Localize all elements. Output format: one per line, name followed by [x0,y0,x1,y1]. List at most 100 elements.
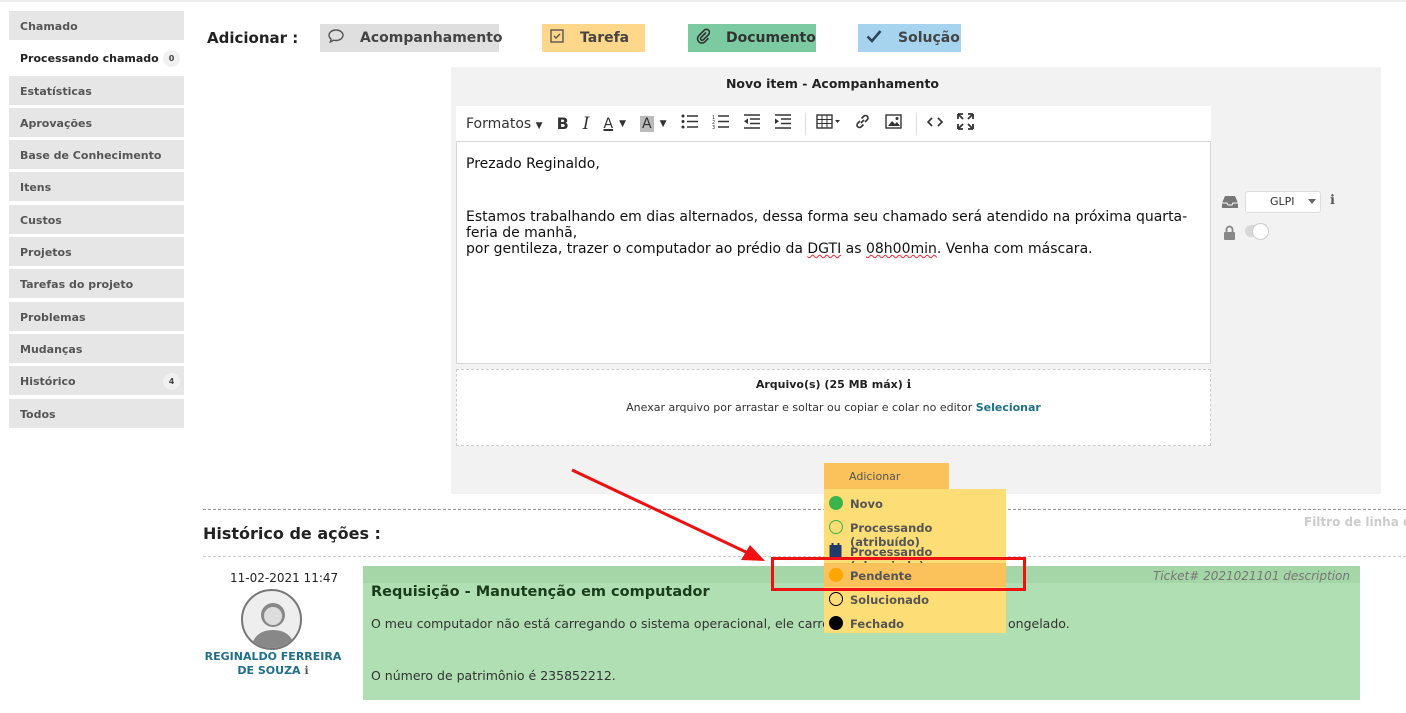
add-solution-button[interactable]: Solução [858,24,961,52]
file-dropzone[interactable]: Arquivo(s) (25 MB máx) ℹ Anexar arquivo … [456,369,1211,446]
sidebar-item-processando-chamado[interactable]: Processando chamado 0 [9,43,184,73]
caret-down-icon[interactable]: ▼ [660,119,667,129]
editor-text: as [841,241,866,257]
editor-text: por gentileza, trazer o computador ao pr… [466,241,808,257]
caret-down-icon: ▼ [535,120,543,131]
bullet-list-icon[interactable] [681,114,698,133]
add-followup-label: Acompanhamento [360,30,503,46]
add-document-button[interactable]: Documento [688,24,816,52]
editor-toolbar: Formatos ▼ B I A ▼ A ▼ 123 [456,106,1211,141]
add-document-label: Documento [726,30,816,46]
checkbox-icon [550,29,564,47]
info-icon[interactable]: ℹ [907,377,912,391]
sidebar-item-itens[interactable]: Itens [9,172,184,202]
status-option-novo[interactable]: Novo [824,491,1006,515]
sidebar-item-base-conhecimento[interactable]: Base de Conhecimento [9,140,184,170]
sidebar-item-estatisticas[interactable]: Estatísticas [9,75,184,105]
sidebar-item-label: Estatísticas [20,84,92,98]
link-icon[interactable] [854,113,871,134]
sidebar-item-label: Chamado [20,20,78,33]
sidebar-item-label: Histórico [20,375,76,389]
add-solution-label: Solução [898,30,960,46]
avatar [241,589,302,650]
ticket-id: Ticket# 2021021101 description [1152,569,1350,583]
add-label: Adicionar : [207,29,299,47]
italic-icon[interactable]: I [583,114,590,134]
formats-label: Formatos [466,115,532,132]
sidebar-item-label: Mudanças [20,342,83,356]
text-color-icon[interactable]: A [604,116,614,132]
editor-body-line-2: por gentileza, trazer o computador ao pr… [466,241,1201,257]
toolbar-separator [804,112,806,135]
author-name-line: DE SOUZA [237,664,301,677]
sidebar-item-label: Tarefas do projeto [20,278,134,292]
sidebar-item-custos[interactable]: Custos [9,204,184,234]
indent-icon[interactable] [774,114,791,133]
followup-editor[interactable]: Prezado Reginaldo, Estamos trabalhando e… [456,141,1211,364]
editor-body-line-1: Estamos trabalhando em dias alternados, … [466,209,1188,241]
background-color-icon[interactable]: A [640,115,654,132]
files-title-text: Arquivo(s) (25 MB máx) [755,378,903,391]
author-name[interactable]: REGINALDO FERREIRA DE SOUZA ℹ [203,650,343,678]
editor-greeting: Prezado Reginaldo, [466,156,600,172]
status-dropdown-button[interactable]: Adicionar [824,463,949,489]
sidebar-item-label: Todos [20,407,56,421]
sidebar-item-tarefas-projeto[interactable]: Tarefas do projeto [9,269,184,299]
formats-dropdown[interactable]: Formatos ▼ [466,116,543,132]
sidebar-item-label: Processando chamado [20,52,159,66]
info-icon[interactable]: ℹ [1330,193,1335,208]
sidebar-item-todos[interactable]: Todos [9,398,184,428]
code-icon[interactable] [926,116,943,132]
top-border [0,0,1406,2]
numbered-list-icon[interactable]: 123 [712,114,729,133]
history-title: Histórico de ações : [203,524,381,543]
files-title: Arquivo(s) (25 MB máx) ℹ [457,377,1210,391]
outdent-icon[interactable] [743,114,760,133]
checkmark-icon [866,29,882,47]
divider [203,509,1406,510]
request-source-select[interactable]: GLPI [1245,191,1321,213]
sidebar-item-mudancas[interactable]: Mudanças [9,333,184,363]
request-source-value: GLPI [1270,195,1295,208]
sidebar-item-label: Problemas [20,310,86,324]
sidebar-item-label: Projetos [20,246,72,260]
sidebar-item-historico[interactable]: Histórico 4 [9,366,184,396]
panel-title: Novo item - Acompanhamento [725,76,940,91]
ticket-text-1b: ongelado. [1008,616,1070,631]
image-icon[interactable] [884,114,902,133]
status-option-fechado[interactable]: Fechado [824,611,1006,635]
status-novo-icon [829,496,843,510]
ticket-text-1a: O meu computador não está carregando o s… [371,616,846,631]
status-option-label: Novo [850,497,883,511]
sidebar-item-projetos[interactable]: Projetos [9,237,184,267]
status-solved-icon [829,592,843,606]
files-hint: Anexar arquivo por arrastar e soltar ou … [457,401,1210,414]
private-toggle[interactable] [1245,223,1269,240]
timeline-filter[interactable]: Filtro de linha d [1304,515,1406,529]
select-files-link[interactable]: Selecionar [976,401,1041,414]
add-task-label: Tarefa [580,30,630,46]
add-task-button[interactable]: Tarefa [542,24,645,52]
count-badge: 0 [163,50,180,68]
sidebar-item-aprovacoes[interactable]: Aprovações [9,107,184,137]
status-closed-icon [829,616,843,630]
add-followup-button[interactable]: Acompanhamento [320,24,503,52]
ticket-title: Requisição - Manutenção em computador [371,584,710,600]
count-badge: 4 [163,373,180,391]
info-icon[interactable]: ℹ [304,664,308,677]
sidebar-item-problemas[interactable]: Problemas [9,301,184,331]
sidebar-item-label: Aprovações [20,116,93,130]
misspelled-word: DGTI [807,241,842,257]
bold-icon[interactable]: B [557,114,569,133]
sidebar-item-label: Custos [20,213,62,227]
history-date: 11-02-2021 11:47 [230,571,339,585]
ticket-sidebar: Chamado Processando chamado 0 Estatística… [9,11,184,431]
toolbar-separator [915,112,917,135]
speech-bubble-icon [328,29,344,47]
caret-down-icon[interactable]: ▼ [619,119,626,129]
sidebar-item-chamado[interactable]: Chamado [9,11,184,40]
table-icon[interactable] [815,114,840,133]
status-option-processando-atribuido[interactable]: Processando (atribuído) [824,515,1006,549]
new-item-panel: Novo item - Acompanhamento Formatos ▼ B … [451,67,1381,494]
fullscreen-icon[interactable] [956,113,974,134]
